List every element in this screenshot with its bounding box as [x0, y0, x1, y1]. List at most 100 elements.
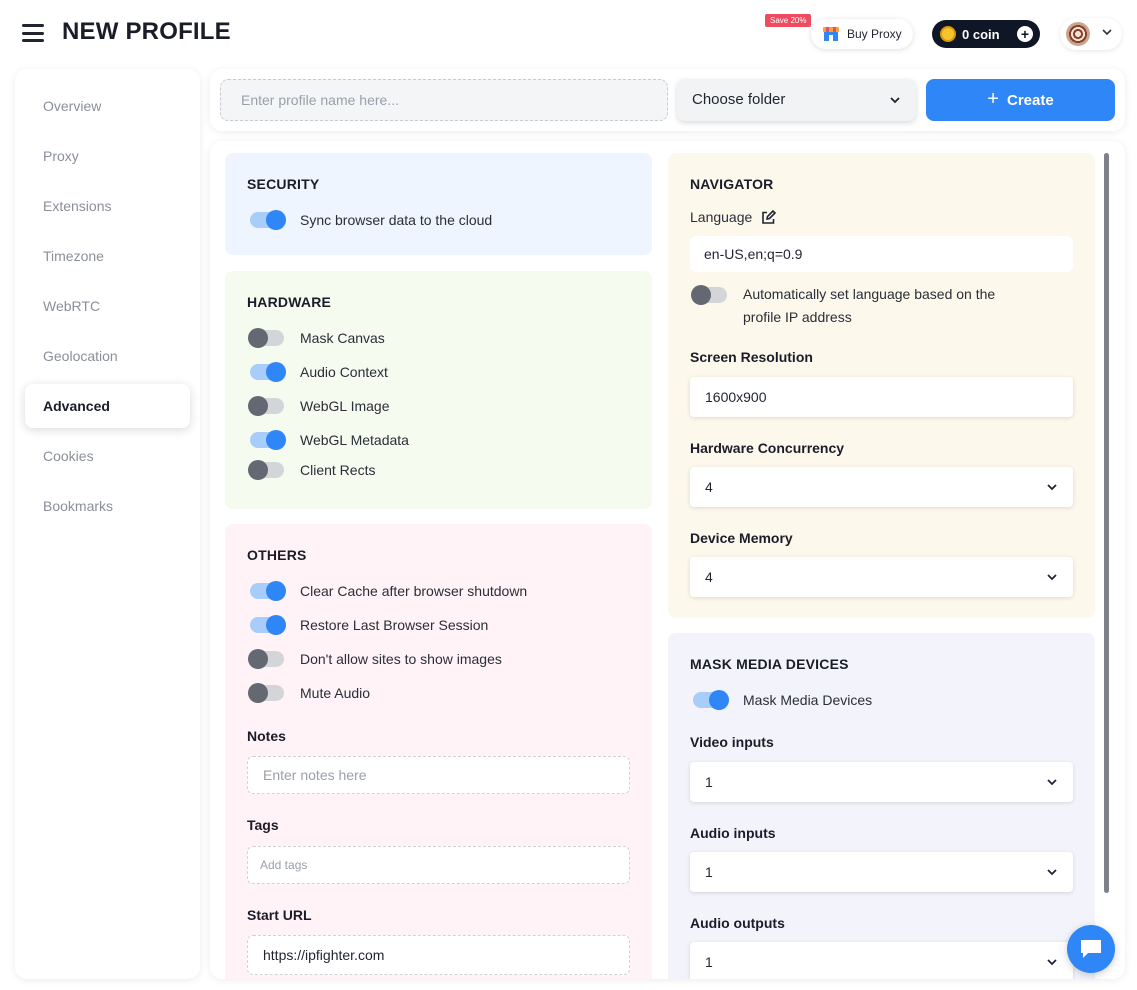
media-section: MASK MEDIA DEVICES Mask Media Devices Vi… [668, 633, 1095, 979]
mute-audio-toggle[interactable] [248, 683, 284, 703]
device-memory-value: 4 [705, 569, 713, 585]
hardware-section: HARDWARE Mask Canvas Audio Context WebGL… [225, 271, 652, 509]
webgl-metadata-row[interactable]: WebGL Metadata [250, 429, 409, 451]
mute-audio-row[interactable]: Mute Audio [248, 682, 370, 704]
notes-label: Notes [247, 728, 286, 744]
sidebar-item-bookmarks[interactable]: Bookmarks [25, 484, 190, 528]
security-title: SECURITY [247, 176, 320, 192]
chevron-down-icon [1047, 484, 1057, 491]
store-icon [823, 27, 839, 41]
notes-input[interactable] [247, 756, 630, 794]
mask-media-row[interactable]: Mask Media Devices [693, 689, 872, 711]
audio-context-row[interactable]: Audio Context [250, 361, 388, 383]
sidebar: Overview Proxy Extensions Timezone WebRT… [15, 69, 200, 979]
add-coin-icon[interactable]: + [1017, 26, 1033, 42]
app-header: NEW PROFILE Save 20% Buy Proxy 0 coin + [0, 0, 1137, 66]
video-inputs-select[interactable]: 1 [690, 762, 1073, 802]
start-url-input[interactable] [247, 935, 630, 975]
audio-context-label: Audio Context [300, 364, 388, 380]
account-menu[interactable] [1060, 18, 1122, 50]
webgl-image-toggle[interactable] [248, 396, 284, 416]
sync-browser-toggle[interactable] [250, 210, 286, 230]
screen-resolution-input[interactable]: 1600x900 [690, 377, 1073, 417]
sidebar-item-advanced[interactable]: Advanced [25, 384, 190, 428]
plus-icon: + [987, 87, 999, 110]
chevron-down-icon [890, 97, 900, 104]
audio-context-toggle[interactable] [250, 362, 286, 382]
sidebar-item-proxy[interactable]: Proxy [25, 134, 190, 178]
screen-resolution-label: Screen Resolution [690, 349, 813, 365]
folder-select[interactable]: Choose folder [677, 79, 916, 121]
audio-outputs-select[interactable]: 1 [690, 942, 1073, 979]
hardware-concurrency-value: 4 [705, 479, 713, 495]
create-button[interactable]: + Create [926, 79, 1115, 121]
sidebar-item-webrtc[interactable]: WebRTC [25, 284, 190, 328]
page-title: NEW PROFILE [62, 18, 231, 45]
audio-inputs-select[interactable]: 1 [690, 852, 1073, 892]
hardware-title: HARDWARE [247, 294, 332, 310]
sidebar-item-timezone[interactable]: Timezone [25, 234, 190, 278]
webgl-image-label: WebGL Image [300, 398, 390, 414]
restore-session-label: Restore Last Browser Session [300, 617, 489, 633]
webgl-metadata-toggle[interactable] [250, 430, 286, 450]
auto-language-row[interactable]: Automatically set language based on the … [691, 283, 995, 329]
auto-language-text: Automatically set language based on the … [743, 283, 995, 329]
hardware-concurrency-select[interactable]: 4 [690, 467, 1073, 507]
tags-input[interactable] [247, 846, 630, 884]
mask-canvas-label: Mask Canvas [300, 330, 385, 346]
client-rects-toggle[interactable] [248, 460, 284, 480]
audio-inputs-label: Audio inputs [690, 825, 776, 841]
chat-button[interactable] [1067, 925, 1115, 973]
chevron-down-icon [1047, 779, 1057, 786]
scrollbar[interactable] [1104, 153, 1109, 893]
profile-toolbar: Choose folder + Create [210, 69, 1125, 131]
mask-canvas-row[interactable]: Mask Canvas [248, 327, 385, 349]
hardware-concurrency-label: Hardware Concurrency [690, 440, 845, 456]
audio-outputs-label: Audio outputs [690, 915, 785, 931]
sync-browser-label: Sync browser data to the cloud [300, 212, 493, 228]
block-images-toggle[interactable] [248, 649, 284, 669]
chevron-down-icon [1102, 29, 1112, 36]
profile-name-input[interactable] [220, 79, 668, 121]
webgl-image-row[interactable]: WebGL Image [248, 395, 390, 417]
settings-panel: SECURITY Sync browser data to the cloud … [210, 141, 1125, 979]
device-memory-select[interactable]: 4 [690, 557, 1073, 597]
restore-session-toggle[interactable] [250, 615, 286, 635]
screen-resolution-value: 1600x900 [705, 389, 767, 405]
clear-cache-row[interactable]: Clear Cache after browser shutdown [250, 580, 527, 602]
buy-proxy-label: Buy Proxy [847, 27, 902, 41]
language-input[interactable]: en-US,en;q=0.9 [690, 236, 1073, 272]
audio-outputs-value: 1 [705, 954, 713, 970]
coin-balance[interactable]: 0 coin + [932, 20, 1040, 48]
auto-language-toggle[interactable] [691, 285, 727, 305]
restore-session-row[interactable]: Restore Last Browser Session [250, 614, 488, 636]
clear-cache-toggle[interactable] [250, 581, 286, 601]
edit-icon[interactable] [761, 209, 777, 225]
mask-media-toggle[interactable] [693, 690, 729, 710]
buy-proxy-button[interactable]: Buy Proxy [811, 19, 913, 49]
client-rects-row[interactable]: Client Rects [248, 459, 375, 481]
security-section: SECURITY Sync browser data to the cloud [225, 153, 652, 255]
sidebar-item-cookies[interactable]: Cookies [25, 434, 190, 478]
tags-label: Tags [247, 817, 279, 833]
language-label-row: Language [690, 209, 777, 225]
auto-language-label-2: profile IP address [743, 309, 852, 325]
auto-language-label-1: Automatically set language based on the [743, 286, 996, 302]
create-label: Create [1006, 91, 1054, 109]
others-title: OTHERS [247, 547, 307, 563]
menu-icon[interactable] [22, 24, 44, 42]
block-images-row[interactable]: Don't allow sites to show images [248, 648, 502, 670]
mask-media-label: Mask Media Devices [743, 692, 873, 708]
navigator-section: NAVIGATOR Language en-US,en;q=0.9 Automa… [668, 153, 1095, 618]
webgl-metadata-label: WebGL Metadata [300, 432, 409, 448]
chevron-down-icon [1047, 959, 1057, 966]
sidebar-item-overview[interactable]: Overview [25, 84, 190, 128]
sync-browser-toggle-row[interactable]: Sync browser data to the cloud [250, 209, 492, 231]
mask-canvas-toggle[interactable] [248, 328, 284, 348]
chevron-down-icon [1047, 574, 1057, 581]
folder-select-label: Choose folder [692, 91, 786, 108]
device-memory-label: Device Memory [690, 530, 793, 546]
avatar [1066, 22, 1090, 46]
sidebar-item-extensions[interactable]: Extensions [25, 184, 190, 228]
sidebar-item-geolocation[interactable]: Geolocation [25, 334, 190, 378]
